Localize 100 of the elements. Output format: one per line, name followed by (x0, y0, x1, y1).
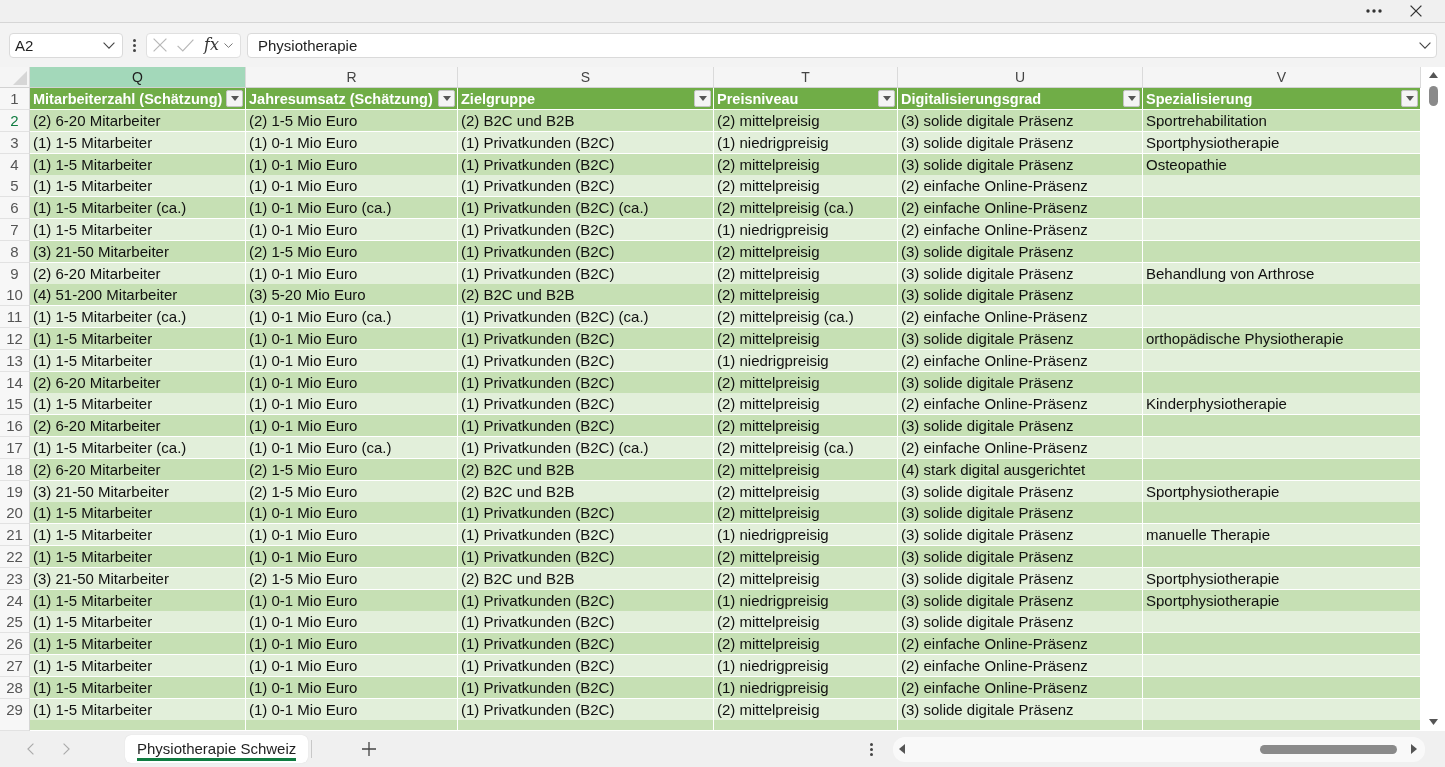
scroll-thumb[interactable] (1428, 86, 1438, 106)
name-box[interactable]: A2 (9, 32, 123, 58)
chevron-down-icon[interactable] (103, 41, 115, 49)
table-cell: (2) einfache Online-Präsenz (898, 175, 1143, 198)
column-letter[interactable]: Q (30, 67, 246, 88)
table-cell: (1) 1-5 Mitarbeiter (30, 676, 246, 699)
table-cell: (2) mittelpreisig (714, 110, 898, 132)
arrow-right-icon[interactable] (1411, 744, 1417, 754)
row-header[interactable]: 3 (0, 131, 30, 154)
filter-button[interactable] (226, 90, 243, 107)
table-cell: (2) einfache Online-Präsenz (898, 349, 1143, 372)
row-header[interactable]: 29 (0, 698, 30, 721)
row-header[interactable]: 11 (0, 306, 30, 329)
row-header[interactable]: 12 (0, 327, 30, 350)
row-header[interactable]: 5 (0, 175, 30, 198)
arrow-left-icon[interactable] (899, 744, 905, 754)
row-header[interactable]: 7 (0, 219, 30, 241)
function-button[interactable]: fx (204, 35, 219, 55)
chevron-down-icon[interactable] (223, 42, 233, 48)
filter-button[interactable] (1401, 90, 1418, 107)
table-cell: (2) B2C und B2B (458, 480, 714, 503)
table-cell: (3) solide digitale Präsenz (898, 240, 1143, 263)
row-header[interactable]: 2 (0, 110, 30, 132)
table-cell: (2) einfache Online-Präsenz (898, 197, 1143, 220)
column-title: Zielgruppe (461, 90, 536, 107)
table-cell: (1) Privatkunden (B2C) (458, 524, 714, 547)
horizontal-scrollbar[interactable] (893, 736, 1425, 762)
table-cell: (1) Privatkunden (B2C) (458, 654, 714, 677)
table-cell: (1) 0-1 Mio Euro (246, 153, 458, 176)
scroll-thumb[interactable] (1260, 744, 1397, 754)
table-cell: (1) 1-5 Mitarbeiter (ca.) (30, 306, 246, 329)
table-cell: (1) 0-1 Mio Euro (246, 131, 458, 154)
row-header[interactable]: 17 (0, 436, 30, 459)
filter-button[interactable] (878, 90, 895, 107)
table-cell: Sportphysiotherapie (1143, 589, 1421, 612)
table-cell: (1) Privatkunden (B2C) (458, 415, 714, 438)
arrow-up-icon[interactable] (1428, 72, 1438, 78)
row-header[interactable]: 13 (0, 349, 30, 372)
row-header[interactable]: 27 (0, 654, 30, 677)
filter-button[interactable] (438, 90, 455, 107)
row-header[interactable]: 23 (0, 567, 30, 590)
table-cell: (1) 0-1 Mio Euro (ca.) (246, 306, 458, 329)
row-header[interactable]: 16 (0, 415, 30, 438)
table-cell: (1) 0-1 Mio Euro (ca.) (246, 197, 458, 220)
column-letter[interactable]: V (1143, 67, 1421, 88)
table-cell: (3) 5-20 Mio Euro (246, 284, 458, 307)
column-letter[interactable]: U (898, 67, 1143, 88)
sheet-tab[interactable]: Physiotherapie Schweiz (125, 735, 309, 763)
row-header[interactable]: 26 (0, 633, 30, 656)
row-header[interactable]: 20 (0, 502, 30, 525)
table-cell: (1) niedrigpreisig (714, 524, 898, 547)
table-cell: (2) mittelpreisig (714, 480, 898, 503)
table-cell: (3) solide digitale Präsenz (898, 327, 1143, 350)
vertical-dots-icon[interactable] (133, 38, 136, 52)
row-header[interactable]: 22 (0, 545, 30, 568)
row-header[interactable]: 28 (0, 676, 30, 699)
table-cell: (4) 51-200 Mitarbeiter (30, 284, 246, 307)
plus-icon[interactable] (362, 742, 377, 756)
row-header[interactable]: 18 (0, 458, 30, 481)
table-cell: (2) B2C und B2B (458, 567, 714, 590)
table-cell: (1) Privatkunden (B2C) (458, 262, 714, 285)
column-letter[interactable]: T (714, 67, 898, 88)
table-cell: Behandlung von Arthrose (1143, 262, 1421, 285)
close-icon[interactable] (1410, 5, 1422, 17)
row-header[interactable]: 14 (0, 371, 30, 394)
table-cell: (1) Privatkunden (B2C) (458, 349, 714, 372)
table-cell: (3) solide digitale Präsenz (898, 284, 1143, 307)
table-cell: (2) 1-5 Mio Euro (246, 110, 458, 132)
column-title: Preisniveau (717, 90, 799, 107)
table-cell: (2) mittelpreisig (714, 611, 898, 634)
table-cell: (1) niedrigpreisig (714, 589, 898, 612)
more-icon[interactable] (1366, 9, 1382, 13)
table-cell: (1) 0-1 Mio Euro (246, 698, 458, 721)
formula-field[interactable]: Physiotherapie (247, 32, 1437, 58)
column-letter[interactable]: R (246, 67, 458, 88)
table-cell: (1) Privatkunden (B2C) (458, 327, 714, 350)
row-header[interactable]: 25 (0, 611, 30, 634)
vertical-dots-icon[interactable] (870, 742, 873, 756)
chevron-down-icon[interactable] (1419, 41, 1431, 49)
row-header[interactable]: 10 (0, 284, 30, 307)
row-header[interactable]: 9 (0, 262, 30, 285)
filter-button[interactable] (694, 90, 711, 107)
row-header[interactable]: 19 (0, 480, 30, 503)
row-header[interactable]: 21 (0, 524, 30, 547)
row-header[interactable]: 24 (0, 589, 30, 612)
row-header[interactable]: 6 (0, 197, 30, 220)
table-cell: (2) B2C und B2B (458, 284, 714, 307)
filter-button[interactable] (1123, 90, 1140, 107)
table-cell: (2) B2C und B2B (458, 458, 714, 481)
table-cell: (3) solide digitale Präsenz (898, 262, 1143, 285)
row-header[interactable]: 15 (0, 393, 30, 416)
arrow-down-icon[interactable] (1428, 719, 1438, 725)
column-letter[interactable]: S (458, 67, 714, 88)
table-cell: (1) Privatkunden (B2C) (458, 611, 714, 634)
row-header[interactable]: 8 (0, 240, 30, 263)
table-cell: (3) 21-50 Mitarbeiter (30, 240, 246, 263)
table-cell: (1) Privatkunden (B2C) (458, 153, 714, 176)
table-cell: (1) 1-5 Mitarbeiter (30, 502, 246, 525)
row-header[interactable]: 4 (0, 153, 30, 176)
row-header[interactable]: 1 (0, 88, 30, 110)
